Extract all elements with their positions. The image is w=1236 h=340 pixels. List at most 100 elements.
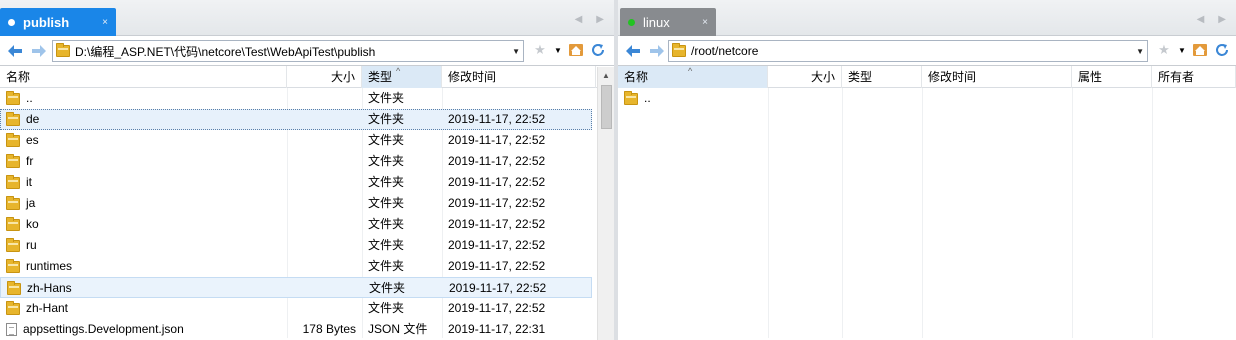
column-name[interactable]: 名称 ^ (618, 66, 768, 88)
file-type: 文件夹 (368, 238, 405, 252)
column-modified[interactable]: 修改时间 (922, 66, 1072, 88)
chevron-down-icon[interactable]: ▼ (512, 47, 520, 56)
column-size[interactable]: 大小 (768, 66, 842, 88)
back-arrow-icon[interactable] (624, 42, 642, 60)
tab-bar: linux × ◀ ▶ (618, 0, 1236, 36)
file-icon (6, 323, 17, 336)
tab-prev-icon[interactable]: ◀ (575, 14, 583, 25)
file-name-cell: zh-Hant (0, 298, 287, 319)
file-modified: 2019-11-17, 22:52 (448, 217, 546, 231)
home-icon[interactable] (568, 42, 584, 58)
file-modified: 2019-11-17, 22:52 (448, 133, 546, 147)
file-type: JSON 文件 (368, 322, 428, 336)
file-size (287, 235, 362, 256)
file-size (287, 130, 362, 151)
folder-icon (6, 153, 20, 168)
list-item[interactable]: appsettings.Development.json 178 Bytes JSO… (0, 319, 592, 340)
file-modified: 2019-11-17, 22:31 (448, 322, 546, 336)
file-name: runtimes (26, 259, 73, 273)
path-input[interactable]: /root/netcore ▼ (668, 40, 1148, 62)
file-name: .. (26, 91, 33, 105)
folder-icon (6, 111, 20, 126)
scroll-thumb[interactable] (601, 85, 612, 129)
dropdown-icon[interactable]: ▼ (1178, 42, 1186, 58)
list-item[interactable]: runtimes 文件夹 2019-11-17, 22:52 (0, 256, 592, 277)
file-type: 文件夹 (368, 154, 405, 168)
forward-arrow-icon[interactable] (30, 42, 48, 60)
tab-publish[interactable]: publish × (0, 8, 116, 36)
close-icon[interactable]: × (102, 17, 108, 28)
list-item[interactable]: es 文件夹 2019-11-17, 22:52 (0, 130, 592, 151)
file-modified (442, 88, 592, 109)
file-size (287, 151, 362, 172)
refresh-icon[interactable] (590, 42, 606, 58)
column-attributes[interactable]: 属性 (1072, 66, 1152, 88)
list-item[interactable]: ko 文件夹 2019-11-17, 22:52 (0, 214, 592, 235)
back-arrow-icon[interactable] (6, 42, 24, 60)
tab-label: publish (23, 14, 70, 30)
path-text: /root/netcore (691, 44, 759, 58)
list-item[interactable]: ja 文件夹 2019-11-17, 22:52 (0, 193, 592, 214)
tab-linux[interactable]: linux × (620, 8, 716, 36)
folder-icon (6, 174, 20, 189)
list-item[interactable]: ru 文件夹 2019-11-17, 22:52 (0, 235, 592, 256)
file-name-cell: appsettings.Development.json (0, 319, 287, 340)
file-name: fr (26, 154, 34, 168)
column-name[interactable]: 名称 (0, 66, 287, 88)
local-pane: publish × ◀ ▶ D:\编程_ASP.NET\代码\netcore\T… (0, 0, 614, 340)
list-item[interactable]: zh-Hans 文件夹 2019-11-17, 22:52 (0, 277, 592, 298)
file-size (287, 172, 362, 193)
file-type: 文件夹 (368, 91, 405, 105)
column-owner[interactable]: 所有者 (1152, 66, 1236, 88)
file-name: it (26, 175, 32, 189)
list-item[interactable]: .. (618, 88, 1236, 109)
column-header: 名称 ^ 大小 类型 修改时间 属性 所有者 (618, 66, 1236, 88)
column-size[interactable]: 大小 (287, 66, 362, 88)
file-name: de (26, 112, 40, 126)
chevron-down-icon[interactable]: ▼ (1136, 47, 1144, 56)
file-modified: 2019-11-17, 22:52 (448, 301, 546, 315)
folder-icon (6, 258, 20, 273)
scroll-up-icon[interactable]: ▲ (602, 71, 610, 80)
folder-icon (6, 300, 20, 315)
list-item[interactable]: .. 文件夹 (0, 88, 592, 109)
file-size (288, 278, 363, 299)
file-name-cell: fr (0, 151, 287, 172)
home-icon[interactable] (1192, 42, 1208, 58)
tab-prev-icon[interactable]: ◀ (1197, 14, 1205, 25)
path-text: D:\编程_ASP.NET\代码\netcore\Test\WebApiTest… (75, 44, 376, 59)
forward-arrow-icon[interactable] (648, 42, 666, 60)
column-divider (1152, 88, 1153, 338)
column-divider (842, 88, 843, 338)
list-item[interactable]: it 文件夹 2019-11-17, 22:52 (0, 172, 592, 193)
tab-next-icon[interactable]: ▶ (1218, 14, 1226, 25)
file-modified: 2019-11-17, 22:52 (448, 175, 546, 189)
file-name-cell: ko (0, 214, 287, 235)
file-size (287, 109, 362, 130)
list-item[interactable]: de 文件夹 2019-11-17, 22:52 (0, 109, 592, 130)
file-modified: 2019-11-17, 22:52 (448, 112, 546, 126)
path-input[interactable]: D:\编程_ASP.NET\代码\netcore\Test\WebApiTest… (52, 40, 524, 62)
list-item[interactable]: fr 文件夹 2019-11-17, 22:52 (0, 151, 592, 172)
file-type: 文件夹 (368, 133, 405, 147)
file-list: .. 文件夹 de 文件夹 2019-11-17, 22:52 es 文件夹 2019-11-… (0, 88, 614, 338)
list-item[interactable]: zh-Hant 文件夹 2019-11-17, 22:52 (0, 298, 592, 319)
file-modified: 2019-11-17, 22:52 (448, 196, 546, 210)
column-modified[interactable]: 修改时间 (442, 66, 596, 88)
tab-next-icon[interactable]: ▶ (596, 14, 604, 25)
star-icon[interactable]: ★ (532, 42, 548, 58)
refresh-icon[interactable] (1214, 42, 1230, 58)
file-name-cell: runtimes (0, 256, 287, 277)
tab-status-dot (628, 18, 635, 26)
file-name-cell: .. (618, 88, 768, 109)
folder-icon (6, 216, 20, 231)
dropdown-icon[interactable]: ▼ (554, 42, 562, 58)
column-type[interactable]: 类型 (842, 66, 922, 88)
vertical-scrollbar[interactable]: ▲ (597, 67, 614, 340)
column-type[interactable]: 类型 ^ (362, 66, 442, 88)
close-icon[interactable]: × (702, 17, 708, 28)
file-name: ko (26, 217, 39, 231)
file-modified: 2019-11-17, 22:52 (448, 154, 546, 168)
file-name-cell: ja (0, 193, 287, 214)
star-icon[interactable]: ★ (1156, 42, 1172, 58)
